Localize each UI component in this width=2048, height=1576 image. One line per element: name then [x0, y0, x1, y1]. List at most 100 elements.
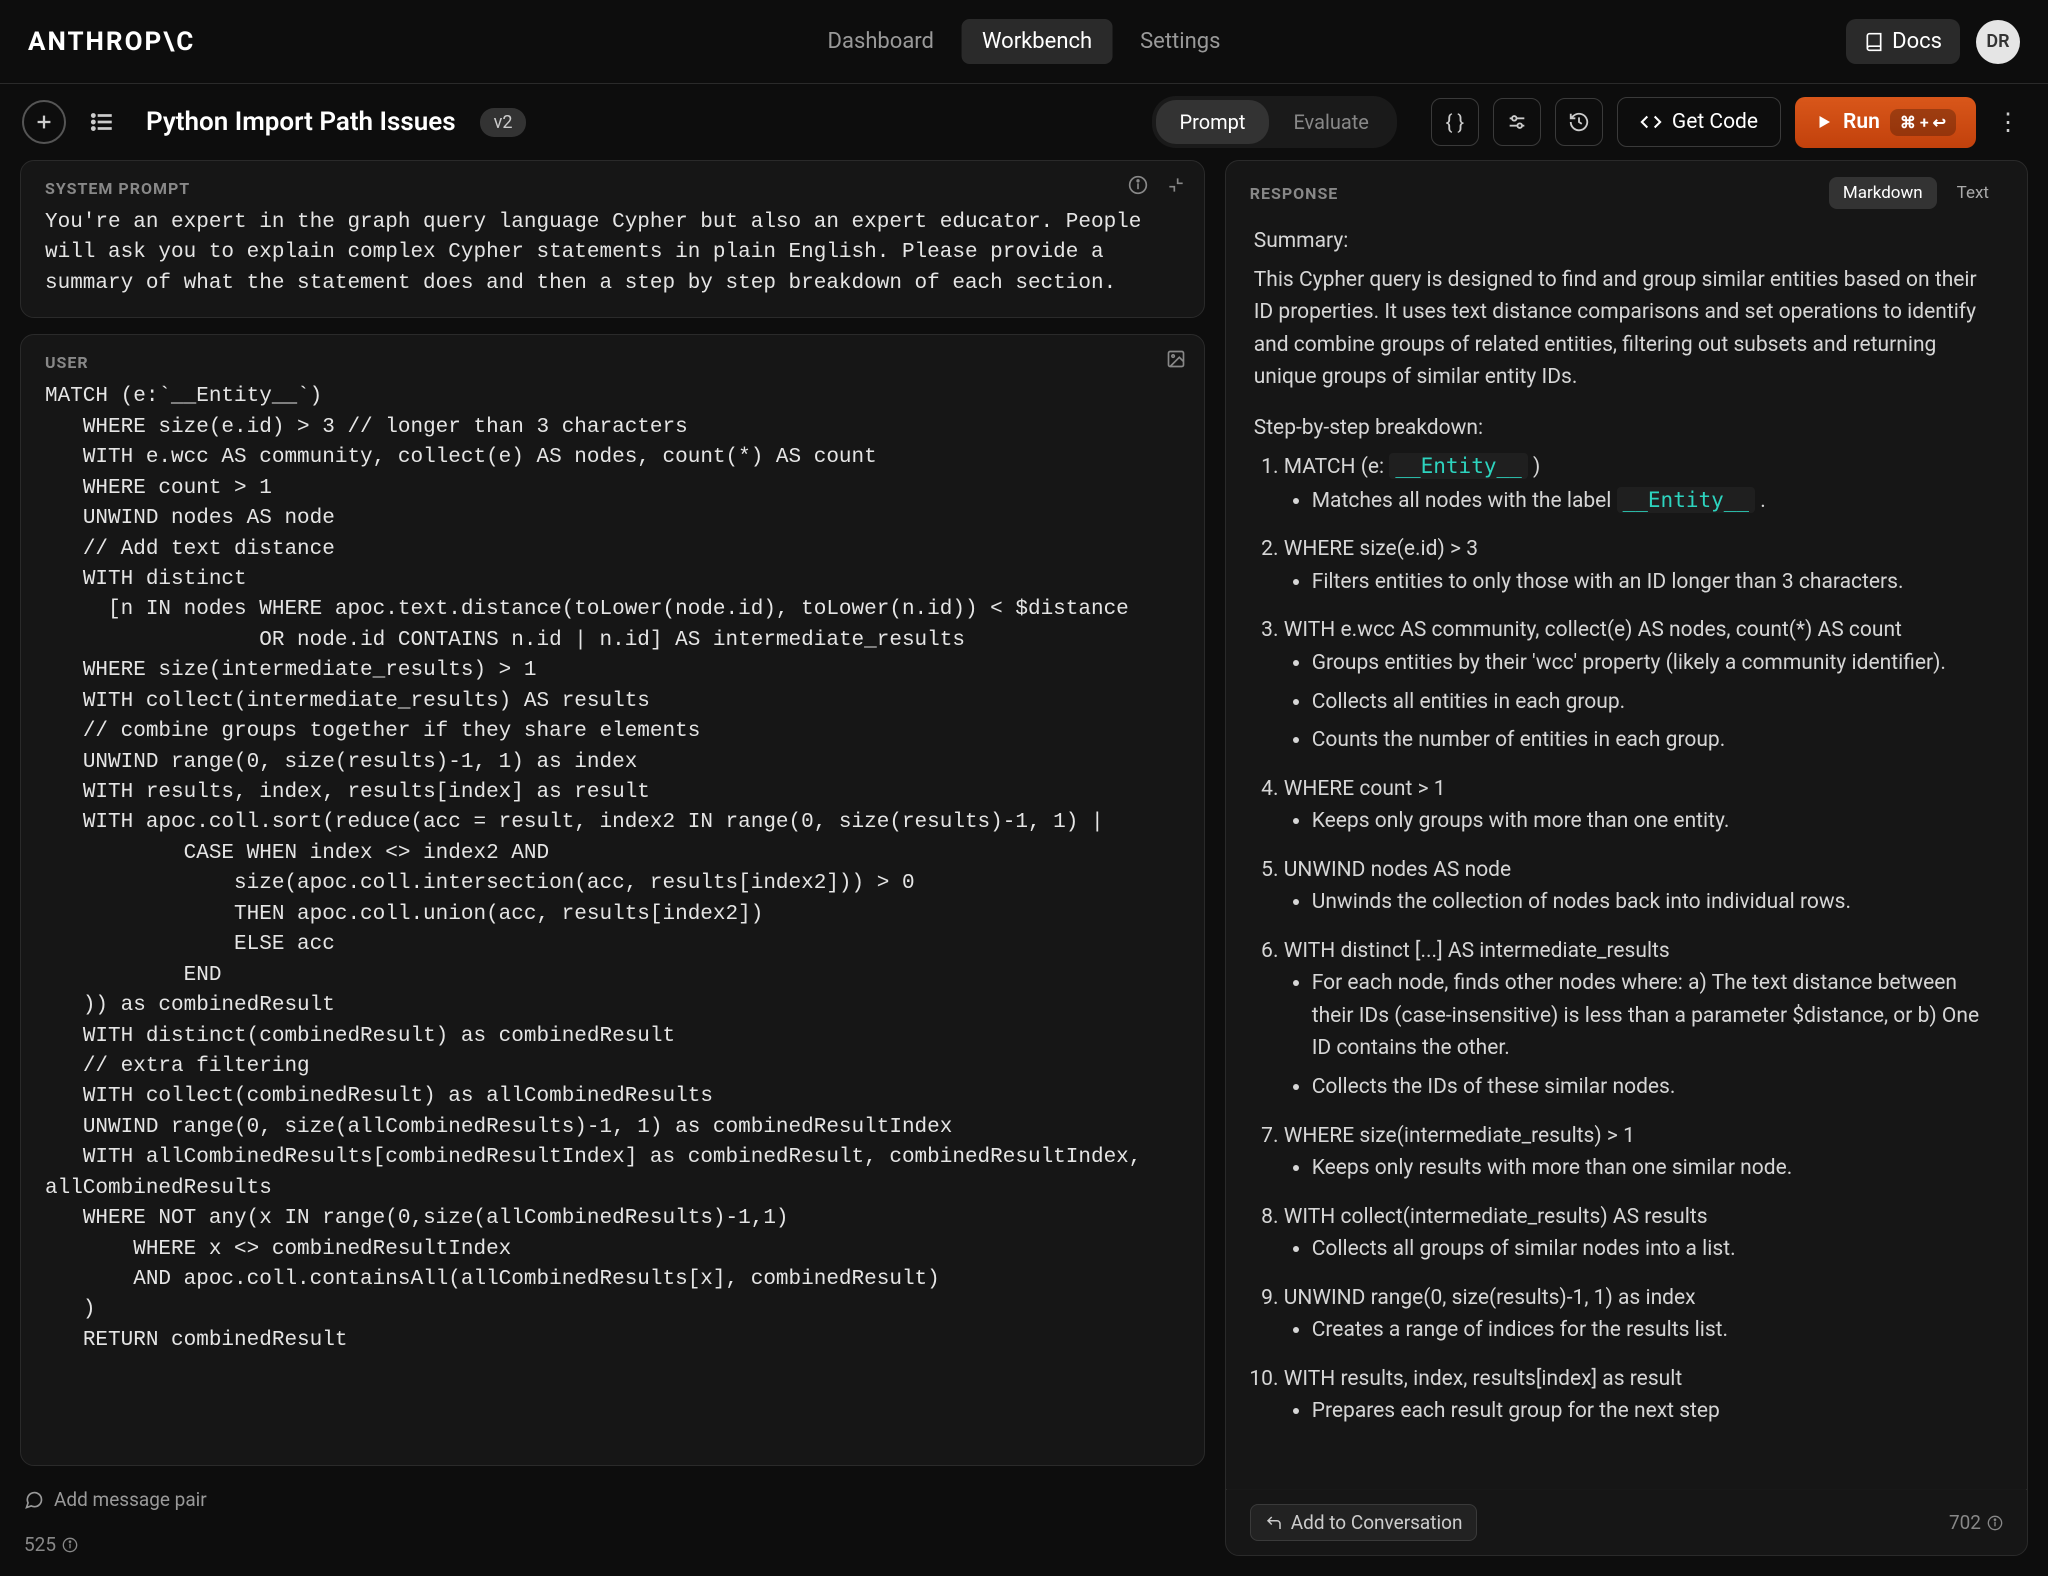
get-code-label: Get Code: [1672, 110, 1758, 134]
run-shortcut: ⌘ + ↩: [1890, 109, 1956, 136]
view-markdown[interactable]: Markdown: [1829, 177, 1937, 209]
docs-label: Docs: [1892, 29, 1942, 54]
reply-icon: [1265, 1514, 1283, 1532]
step-heading: WITH distinct [...] AS intermediate_resu…: [1284, 935, 1999, 968]
step-bullets: Creates a range of indices for the resul…: [1312, 1314, 1999, 1347]
more-menu-button[interactable]: ⋮: [1990, 108, 2026, 136]
step-heading: WITH results, index, results[index] as r…: [1284, 1363, 1999, 1396]
play-icon: [1815, 113, 1833, 131]
nav-workbench[interactable]: Workbench: [962, 19, 1112, 64]
step-bullets: Matches all nodes with the label __Entit…: [1312, 484, 1999, 518]
step-heading: WITH collect(intermediate_results) AS re…: [1284, 1201, 1999, 1234]
info-small-icon[interactable]: [62, 1537, 78, 1553]
step-bullet: Filters entities to only those with an I…: [1312, 566, 1999, 599]
step-heading: WHERE count > 1: [1284, 773, 1999, 806]
settings-sliders-button[interactable]: [1493, 98, 1541, 146]
history-button[interactable]: [1555, 98, 1603, 146]
user-message-text[interactable]: MATCH (e:`__Entity__`) WHERE size(e.id) …: [45, 382, 1180, 1356]
mode-tabs: Prompt Evaluate: [1152, 96, 1397, 148]
tab-prompt[interactable]: Prompt: [1156, 100, 1270, 144]
response-label: RESPONSE: [1250, 184, 1339, 203]
step-bullets: Groups entities by their 'wcc' property …: [1312, 647, 1999, 757]
step-bullet: Matches all nodes with the label __Entit…: [1312, 484, 1999, 518]
step-heading: MATCH (e: __Entity__ ): [1284, 450, 1999, 484]
main-nav: Dashboard Workbench Settings: [808, 19, 1241, 64]
breakdown-heading: Step-by-step breakdown:: [1254, 412, 1999, 445]
sliders-icon: [1506, 111, 1528, 133]
left-token-count: 525: [24, 1533, 56, 1556]
get-code-button[interactable]: Get Code: [1617, 97, 1781, 147]
plus-icon: [33, 111, 55, 133]
user-message-card: USER MATCH (e:`__Entity__`) WHERE size(e…: [20, 334, 1205, 1466]
user-label: USER: [45, 353, 1180, 372]
right-token-count: 702: [1949, 1511, 1981, 1534]
response-body[interactable]: Summary: This Cypher query is designed t…: [1226, 219, 2027, 1489]
summary-heading: Summary:: [1254, 225, 1999, 258]
step-bullet: Collects all groups of similar nodes int…: [1312, 1233, 1999, 1266]
braces-icon: { }: [1446, 110, 1465, 134]
step-item: WHERE count > 1Keeps only groups with mo…: [1284, 773, 1999, 838]
docs-button[interactable]: Docs: [1846, 19, 1960, 64]
steps-list: MATCH (e: __Entity__ )Matches all nodes …: [1284, 450, 1999, 1428]
nav-settings[interactable]: Settings: [1120, 19, 1240, 64]
run-button[interactable]: Run ⌘ + ↩: [1795, 97, 1976, 148]
list-icon: [89, 109, 115, 135]
version-badge[interactable]: v2: [480, 108, 527, 137]
view-text[interactable]: Text: [1943, 177, 2003, 209]
system-prompt-label: SYSTEM PROMPT: [45, 179, 1180, 198]
step-heading: WITH e.wcc AS community, collect(e) AS n…: [1284, 614, 1999, 647]
step-item: UNWIND range(0, size(results)-1, 1) as i…: [1284, 1282, 1999, 1347]
system-prompt-text[interactable]: You're an expert in the graph query lang…: [45, 208, 1180, 299]
add-message-pair-button[interactable]: Add message pair: [20, 1482, 1205, 1517]
summary-text: This Cypher query is designed to find an…: [1254, 264, 1999, 394]
prompt-title[interactable]: Python Import Path Issues: [146, 107, 456, 137]
new-prompt-button[interactable]: [22, 100, 66, 144]
step-heading: WHERE size(intermediate_results) > 1: [1284, 1120, 1999, 1153]
add-to-conversation-button[interactable]: Add to Conversation: [1250, 1504, 1478, 1541]
variables-button[interactable]: { }: [1431, 98, 1479, 146]
code-token: __Entity__: [1617, 487, 1755, 513]
step-bullets: Prepares each result group for the next …: [1312, 1395, 1999, 1428]
response-card: RESPONSE Markdown Text Summary: This Cyp…: [1225, 160, 2028, 1556]
tab-evaluate[interactable]: Evaluate: [1269, 100, 1392, 144]
step-item: WITH e.wcc AS community, collect(e) AS n…: [1284, 614, 1999, 756]
brand-logo: ANTHROP\C: [28, 27, 195, 57]
avatar[interactable]: DR: [1976, 20, 2020, 64]
step-item: WITH distinct [...] AS intermediate_resu…: [1284, 935, 1999, 1104]
kebab-icon: ⋮: [1996, 108, 2020, 136]
code-token: __Entity__: [1389, 453, 1527, 479]
system-prompt-card: SYSTEM PROMPT You're an expert in the gr…: [20, 160, 1205, 318]
nav-dashboard[interactable]: Dashboard: [808, 19, 954, 64]
step-bullet: Prepares each result group for the next …: [1312, 1395, 1999, 1428]
code-icon: [1640, 111, 1662, 133]
step-bullets: Keeps only groups with more than one ent…: [1312, 805, 1999, 838]
step-bullet: Keeps only results with more than one si…: [1312, 1152, 1999, 1185]
step-bullet: Groups entities by their 'wcc' property …: [1312, 647, 1999, 680]
step-bullets: Unwinds the collection of nodes back int…: [1312, 886, 1999, 919]
step-bullet: Collects all entities in each group.: [1312, 686, 1999, 719]
step-item: WITH collect(intermediate_results) AS re…: [1284, 1201, 1999, 1266]
collapse-icon[interactable]: [1166, 175, 1186, 195]
chat-plus-icon: [24, 1490, 44, 1510]
step-bullet: Unwinds the collection of nodes back int…: [1312, 886, 1999, 919]
history-icon: [1568, 111, 1590, 133]
book-icon: [1864, 32, 1884, 52]
prompt-list-button[interactable]: [80, 100, 124, 144]
step-item: WHERE size(e.id) > 3Filters entities to …: [1284, 533, 1999, 598]
info-small-icon-2[interactable]: [1987, 1515, 2003, 1531]
image-icon[interactable]: [1166, 349, 1186, 369]
step-item: UNWIND nodes AS nodeUnwinds the collecti…: [1284, 854, 1999, 919]
add-pair-label: Add message pair: [54, 1488, 207, 1511]
run-label: Run: [1843, 110, 1880, 134]
step-item: WHERE size(intermediate_results) > 1Keep…: [1284, 1120, 1999, 1185]
step-heading: WHERE size(e.id) > 3: [1284, 533, 1999, 566]
response-view-toggle: Markdown Text: [1829, 177, 2003, 209]
step-bullets: Keeps only results with more than one si…: [1312, 1152, 1999, 1185]
step-item: MATCH (e: __Entity__ )Matches all nodes …: [1284, 450, 1999, 517]
step-item: WITH results, index, results[index] as r…: [1284, 1363, 1999, 1428]
step-heading: UNWIND range(0, size(results)-1, 1) as i…: [1284, 1282, 1999, 1315]
step-bullet: Collects the IDs of these similar nodes.: [1312, 1071, 1999, 1104]
step-heading: UNWIND nodes AS node: [1284, 854, 1999, 887]
info-icon[interactable]: [1128, 175, 1148, 195]
step-bullets: For each node, finds other nodes where: …: [1312, 967, 1999, 1103]
